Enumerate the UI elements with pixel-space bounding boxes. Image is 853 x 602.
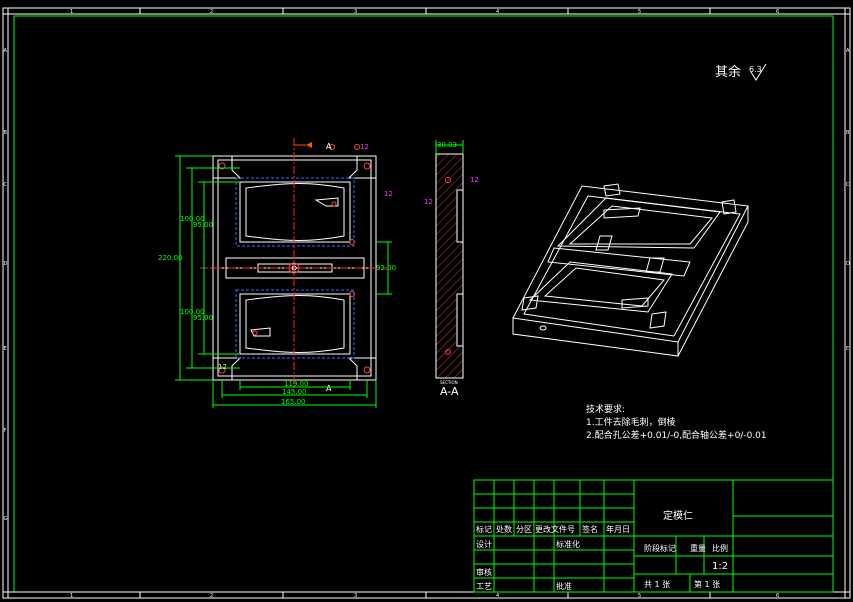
row-label-a-right: A <box>846 48 850 54</box>
label-weight: 重量 <box>690 543 706 553</box>
hdr-signature: 签名 <box>582 524 598 534</box>
tech-notes-title: 技术要求: <box>586 403 625 415</box>
title-block: 定模仁 标记 处数 分区 更改文件号 签名 年月日 设计 标准化 审核 工艺 批… <box>473 479 834 593</box>
dim-upper-inner: 95.00 <box>193 221 213 229</box>
hdr-change-doc: 更改文件号 <box>535 524 575 534</box>
row-label-b: B <box>4 130 8 136</box>
col-label-1-bottom: 1 <box>70 593 73 599</box>
scale-value: 1:2 <box>712 561 728 572</box>
front-view: A A 12 12 12 220.00 100.00 95.00 100.00 … <box>158 138 396 408</box>
row-label-e: E <box>4 346 7 352</box>
roughness-text: 其余 <box>715 64 741 80</box>
label-review: 审核 <box>476 567 492 577</box>
row-label-d-right: D <box>846 261 850 267</box>
section-caption: A-A <box>440 385 459 398</box>
col-label-6-bottom: 6 <box>776 593 779 599</box>
row-label-c-right: C <box>846 182 850 188</box>
section-tag-right: 12 <box>470 176 479 184</box>
isometric-view <box>512 183 749 357</box>
row-label-a: A <box>4 48 8 54</box>
dim-lower-inner: 95.00 <box>193 314 213 322</box>
hdr-date: 年月日 <box>606 524 630 534</box>
section-marker-bottom: A <box>326 384 332 393</box>
hole-tag-top: 12 <box>360 143 369 151</box>
col-label-2: 2 <box>210 9 213 15</box>
col-label-5-bottom: 5 <box>638 593 641 599</box>
hdr-count: 处数 <box>496 524 512 534</box>
label-approve: 批准 <box>556 581 572 591</box>
col-label-2-bottom: 2 <box>210 593 213 599</box>
dim-width-inner: 119.00 <box>284 380 309 388</box>
hole-tag-right-1: 12 <box>384 190 393 198</box>
col-label-3: 3 <box>354 9 357 15</box>
label-process: 工艺 <box>476 582 492 591</box>
dim-width-outer: 165.00 <box>281 398 306 406</box>
col-label-4: 4 <box>496 9 499 15</box>
row-label-d: D <box>4 261 8 267</box>
section-tag-left: 12 <box>424 198 433 206</box>
label-standardize: 标准化 <box>556 539 580 549</box>
sheet-number: 第 1 张 <box>694 579 720 589</box>
tech-note-2: 2.配合孔公差+0.01/-0,配合轴公差+0/-0.01 <box>586 429 767 441</box>
technical-requirements: 技术要求: 1.工件去除毛刺，倒棱 2.配合孔公差+0.01/-0,配合轴公差+… <box>586 403 767 441</box>
label-stage-mark: 阶段标记 <box>644 543 676 553</box>
hole-tag-left: 12 <box>218 363 227 371</box>
surface-roughness-note: 其余 6.3 <box>715 63 767 81</box>
col-label-3-bottom: 3 <box>354 593 357 599</box>
col-label-4-bottom: 4 <box>496 593 499 599</box>
section-top-dim: 30.03 <box>437 141 457 149</box>
section-marker-top: A <box>326 142 332 151</box>
dim-width-mid: 145.00 <box>282 388 307 396</box>
section-view: 30.03 12 12 SECTION A-A <box>424 140 479 398</box>
col-label-5: 5 <box>638 9 641 15</box>
col-label-1: 1 <box>70 9 73 15</box>
tech-note-1: 1.工件去除毛刺，倒棱 <box>586 416 676 428</box>
part-name: 定模仁 <box>663 509 693 522</box>
row-label-b-right: B <box>846 130 850 136</box>
label-design: 设计 <box>476 539 492 549</box>
dim-center-width: 92.00 <box>376 264 396 272</box>
row-label-g: G <box>4 516 8 522</box>
label-scale: 比例 <box>712 543 728 553</box>
row-label-e-right: E <box>846 346 849 352</box>
dim-overall-height: 220.00 <box>158 254 183 262</box>
hdr-mark: 标记 <box>476 524 492 534</box>
drawing-frame: 1 2 3 4 5 6 1 2 3 4 5 6 A B C D E F G A … <box>2 7 851 599</box>
hdr-zone: 分区 <box>516 525 532 534</box>
cad-drawing-canvas: 1 2 3 4 5 6 1 2 3 4 5 6 A B C D E F G A … <box>2 7 851 599</box>
row-label-f: F <box>4 428 7 434</box>
row-label-c: C <box>4 182 8 188</box>
total-sheets: 共 1 张 <box>644 580 670 589</box>
col-label-6: 6 <box>776 9 779 15</box>
